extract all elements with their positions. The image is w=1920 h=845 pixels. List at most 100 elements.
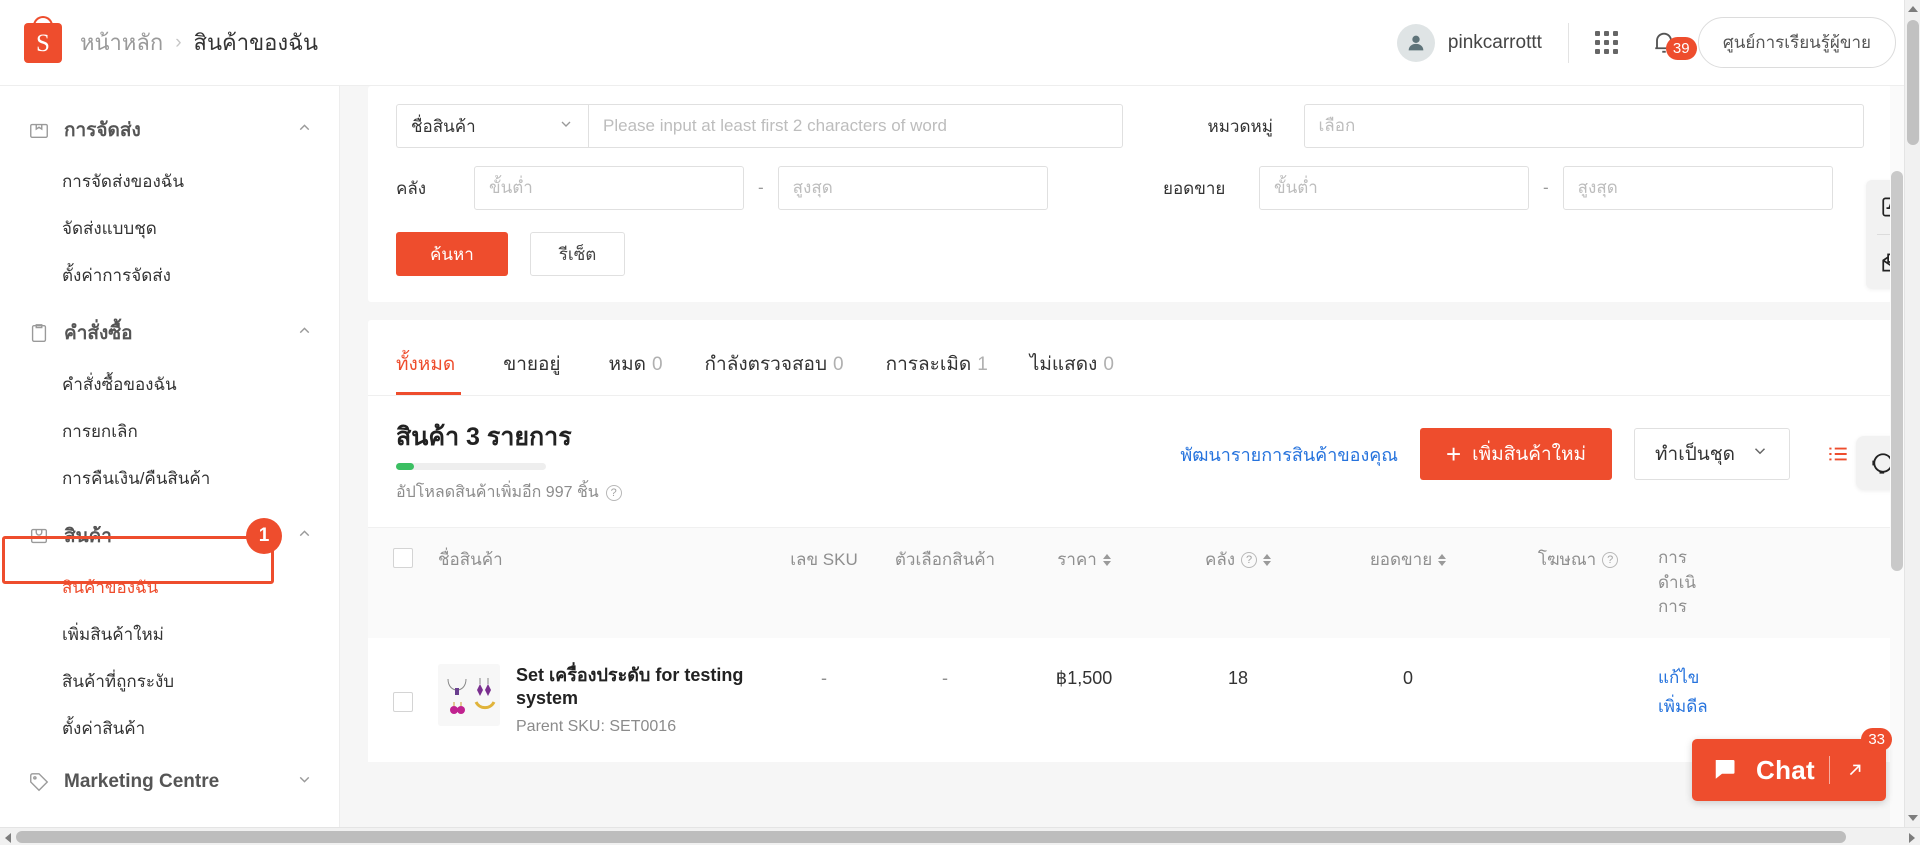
row-checkbox[interactable] — [393, 692, 413, 712]
stock-max-input[interactable] — [778, 166, 1048, 210]
col-ads-label: โฆษณา — [1538, 546, 1596, 573]
sidebar-item-add-new-product[interactable]: เพิ่มสินค้าใหม่ — [0, 611, 339, 658]
breadcrumb-home[interactable]: หน้าหลัก — [80, 25, 163, 60]
sidebar-group-header-marketing[interactable]: Marketing Centre — [0, 758, 339, 806]
cell-actions: แก้ไข เพิ่มดีล — [1658, 664, 1728, 722]
stock-range-dash: - — [758, 178, 764, 198]
search-type-select[interactable]: ชื่อสินค้า — [396, 104, 588, 148]
box-icon — [28, 119, 50, 141]
bulk-actions-dropdown[interactable]: ทำเป็นชุด — [1634, 428, 1790, 480]
list-summary: สินค้า 3 รายการ อัปโหลดสินค้าเพิ่มอีก 99… — [368, 396, 1892, 527]
add-deal-link[interactable]: เพิ่มดีล — [1658, 693, 1728, 722]
clipboard-icon — [28, 322, 50, 344]
question-mark-icon[interactable]: ? — [1602, 552, 1618, 568]
add-new-product-label: เพิ่มสินค้าใหม่ — [1472, 439, 1586, 469]
product-thumbnail — [438, 664, 500, 726]
stock-min-input[interactable] — [474, 166, 744, 210]
main-content: ชื่อสินค้า หมวดหมู่ คลัง - — [340, 86, 1920, 845]
user-menu[interactable]: pinkcarrottt — [1397, 24, 1568, 62]
chat-bubble-icon — [1712, 755, 1742, 785]
chevron-up-icon — [296, 322, 313, 344]
chat-widget[interactable]: Chat 33 — [1692, 739, 1886, 801]
tab-all[interactable]: ทั้งหมด — [396, 349, 461, 395]
content-scrollbar-thumb[interactable] — [1891, 171, 1903, 571]
apps-grid-button[interactable] — [1569, 31, 1644, 54]
notifications-button[interactable]: 39 — [1644, 29, 1698, 57]
sidebar-item-refunds-returns[interactable]: การคืนเงิน/คืนสินค้า — [0, 455, 339, 502]
seller-learning-centre-button[interactable]: ศูนย์การเรียนรู้ผู้ขาย — [1698, 17, 1896, 68]
sidebar-group-header-shipping[interactable]: การจัดส่ง — [0, 102, 339, 158]
sidebar-item-my-shipping[interactable]: การจัดส่งของฉัน — [0, 158, 339, 205]
page-scrollbar-vertical[interactable] — [1904, 0, 1920, 845]
col-options: ตัวเลือกสินค้า — [880, 546, 1010, 573]
product-title[interactable]: Set เครื่องประดับ for testing system — [516, 664, 756, 711]
sidebar-item-my-orders[interactable]: คำสั่งซื้อของฉัน — [0, 361, 339, 408]
scroll-left-arrow-icon[interactable] — [5, 833, 11, 843]
table-row[interactable]: Set เครื่องประดับ for testing system Par… — [368, 638, 1892, 762]
sidebar-group-marketing: Marketing Centre — [0, 758, 339, 806]
col-product-name: ชื่อสินค้า — [438, 546, 768, 573]
category-filter: หมวดหมู่ — [1152, 104, 1893, 148]
sidebar-item-banned-products[interactable]: สินค้าที่ถูกระงับ — [0, 658, 339, 705]
step-badge: 1 — [246, 518, 282, 554]
sidebar-group-header-orders[interactable]: คำสั่งซื้อ — [0, 305, 339, 361]
page-scrollbar-horizontal[interactable] — [0, 827, 1920, 845]
tab-count: 0 — [652, 354, 663, 375]
optimize-listings-link[interactable]: พัฒนารายการสินค้าของคุณ — [1180, 440, 1398, 469]
user-name: pinkcarrottt — [1448, 32, 1542, 54]
sort-icon[interactable] — [1263, 554, 1271, 566]
select-all-checkbox[interactable] — [393, 548, 413, 568]
col-stock[interactable]: คลัง ? — [1158, 546, 1318, 573]
tab-label: กำลังตรวจสอบ — [705, 354, 828, 375]
sidebar-item-bulk-ship[interactable]: จัดส่งแบบชุด — [0, 205, 339, 252]
sidebar-item-cancellations[interactable]: การยกเลิก — [0, 408, 339, 455]
stock-range-filter: คลัง - — [396, 166, 1107, 210]
sidebar-item-product-settings[interactable]: ตั้งค่าสินค้า — [0, 705, 339, 752]
tab-unlisted[interactable]: ไม่แสดง0 — [1030, 349, 1114, 395]
chat-badge: 33 — [1861, 728, 1892, 751]
sold-max-input[interactable] — [1563, 166, 1833, 210]
add-new-product-button[interactable]: + เพิ่มสินค้าใหม่ — [1420, 428, 1612, 480]
breadcrumb-current: สินค้าของฉัน — [194, 25, 319, 60]
sidebar-item-my-products[interactable]: สินค้าของฉัน — [0, 564, 339, 611]
col-price[interactable]: ราคา — [1010, 546, 1158, 573]
col-action-line-1: การ — [1658, 546, 1728, 571]
summary-left: สินค้า 3 รายการ อัปโหลดสินค้าเพิ่มอีก 99… — [396, 422, 622, 505]
sidebar-item-shipping-settings[interactable]: ตั้งค่าการจัดส่ง — [0, 252, 339, 299]
category-input[interactable] — [1304, 104, 1864, 148]
question-mark-icon[interactable]: ? — [1241, 552, 1257, 568]
breadcrumb-separator-icon: › — [175, 32, 181, 54]
reset-button[interactable]: รีเซ็ต — [530, 232, 626, 276]
tab-violation[interactable]: การละเมิด1 — [886, 349, 988, 395]
question-mark-icon[interactable]: ? — [606, 485, 622, 501]
tab-reviewing[interactable]: กำลังตรวจสอบ0 — [705, 349, 844, 395]
status-tabs: ทั้งหมด ขายอยู่ หมด0 กำลังตรวจสอบ0 การละ… — [368, 320, 1892, 396]
cell-sku: - — [768, 664, 880, 689]
top-bar: S หน้าหลัก › สินค้าของฉัน pinkcarrottt — [0, 0, 1920, 86]
edit-product-link[interactable]: แก้ไข — [1658, 664, 1728, 693]
scroll-down-arrow-icon[interactable] — [1908, 815, 1918, 821]
tab-count: 0 — [833, 354, 844, 375]
stock-label: คลัง — [396, 175, 474, 202]
tab-live[interactable]: ขายอยู่ — [503, 349, 566, 395]
tab-sold-out[interactable]: หมด0 — [609, 349, 663, 395]
bulk-actions-label: ทำเป็นชุด — [1655, 439, 1735, 469]
sidebar-group-label: สินค้า — [64, 521, 112, 551]
sort-icon[interactable] — [1103, 554, 1111, 566]
search-button[interactable]: ค้นหา — [396, 232, 508, 276]
scroll-up-arrow-icon[interactable] — [1908, 6, 1918, 12]
sidebar-group-header-products[interactable]: สินค้า — [0, 508, 339, 564]
scroll-right-arrow-icon[interactable] — [1909, 833, 1915, 843]
search-input[interactable] — [588, 104, 1123, 148]
page-scrollbar-horizontal-thumb[interactable] — [16, 831, 1846, 843]
shopee-logo-icon[interactable]: S — [24, 23, 62, 63]
sold-min-input[interactable] — [1259, 166, 1529, 210]
col-sold[interactable]: ยอดขาย — [1318, 546, 1498, 573]
product-list-panel: ทั้งหมด ขายอยู่ หมด0 กำลังตรวจสอบ0 การละ… — [368, 320, 1892, 762]
chevron-down-icon — [296, 771, 313, 793]
sort-icon[interactable] — [1438, 554, 1446, 566]
col-price-label: ราคา — [1057, 546, 1097, 573]
content-scrollbar-track[interactable] — [1890, 86, 1904, 827]
page-scrollbar-vertical-thumb[interactable] — [1907, 20, 1919, 145]
col-sold-label: ยอดขาย — [1370, 546, 1432, 573]
